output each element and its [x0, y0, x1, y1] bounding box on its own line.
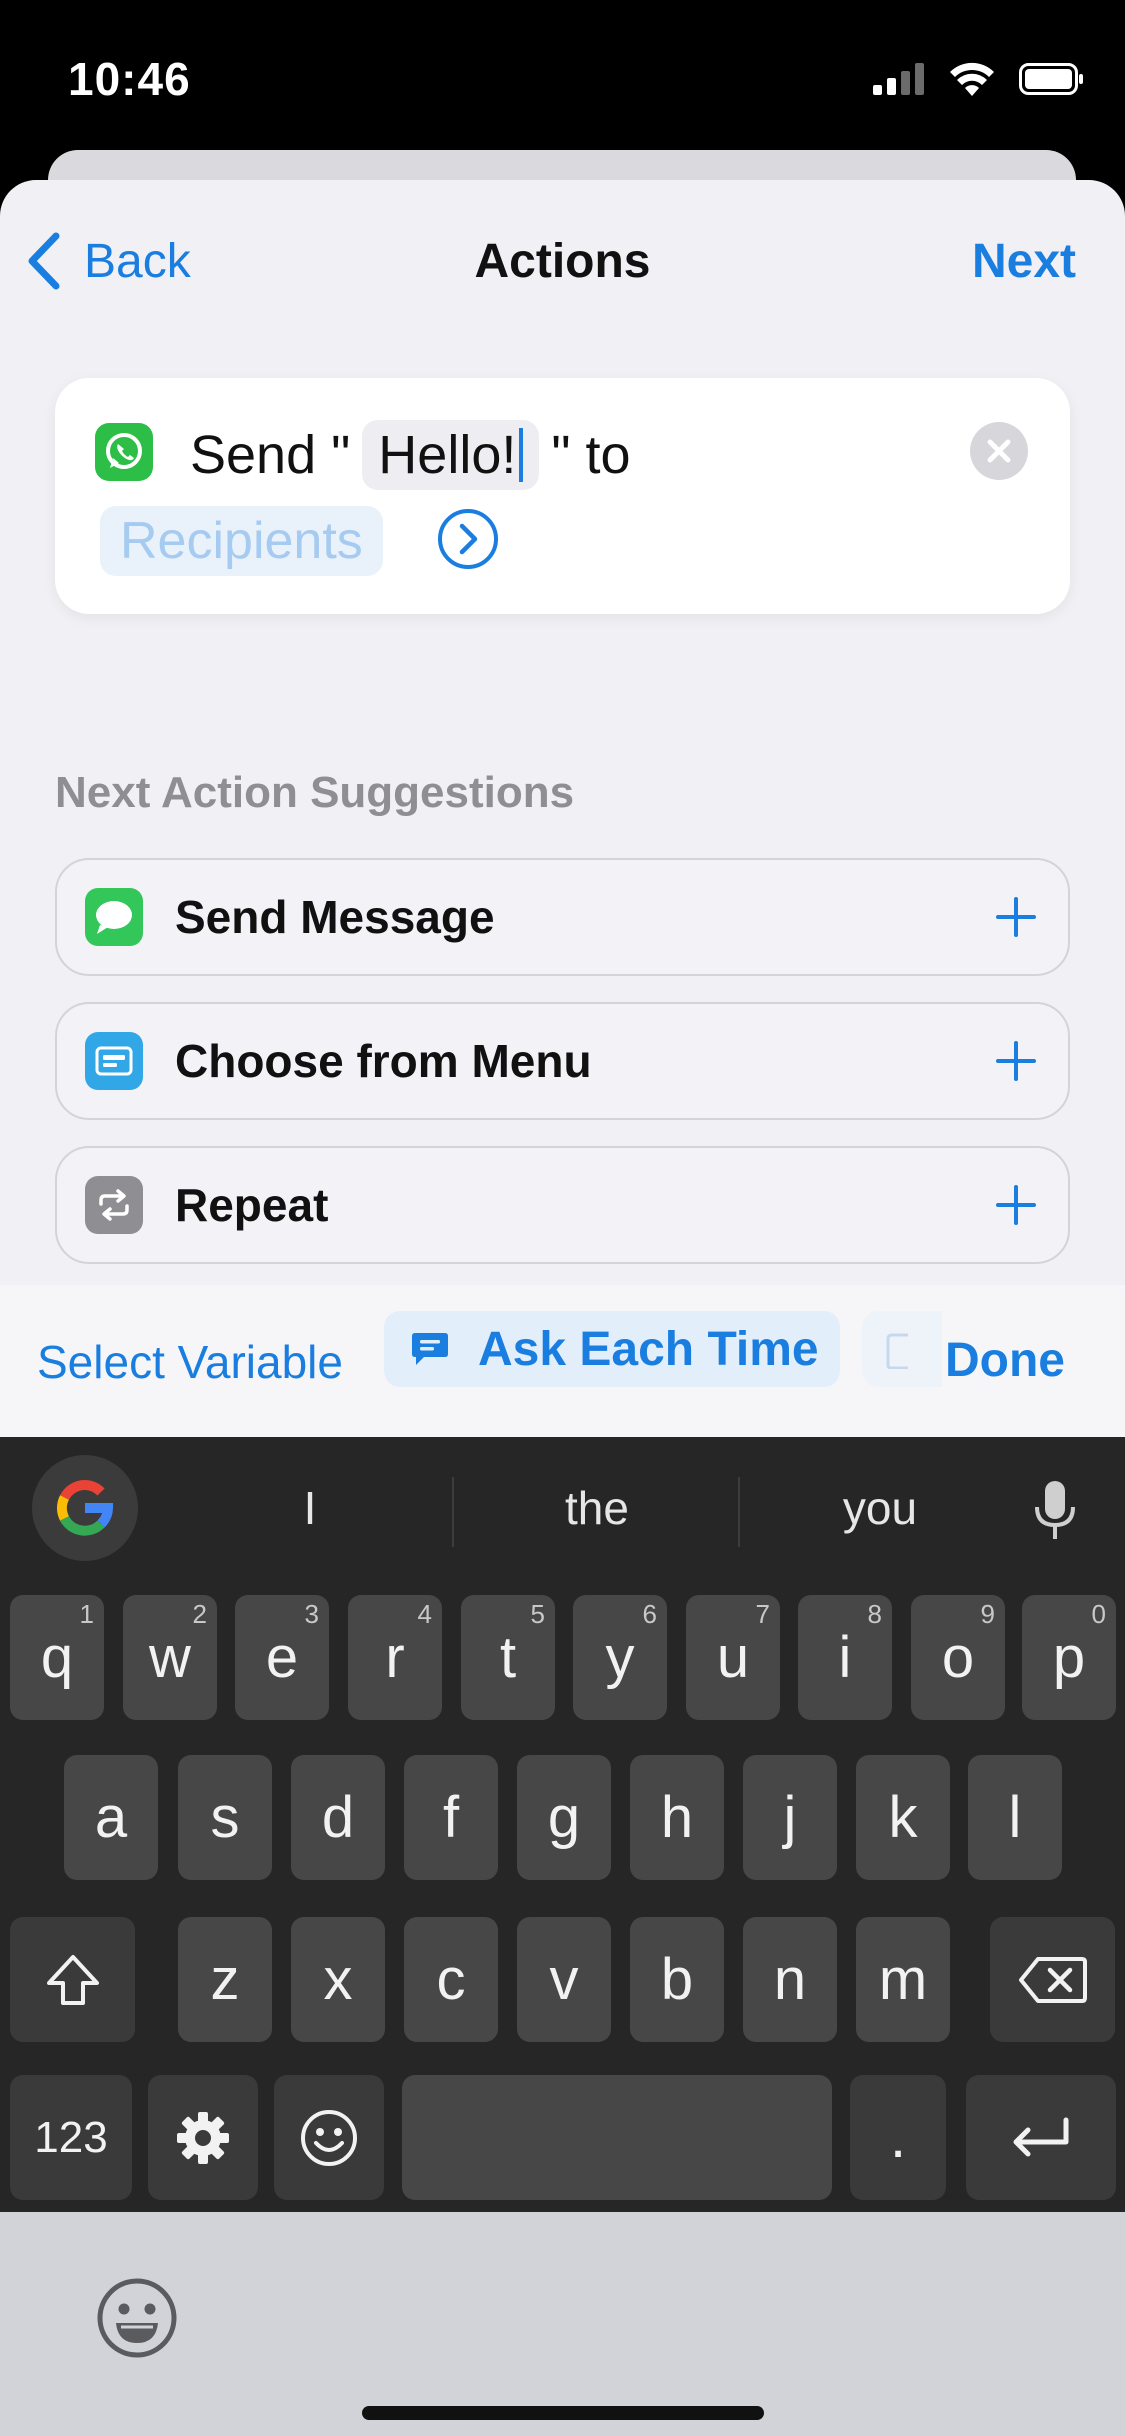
key-q[interactable]: q1 — [10, 1595, 104, 1720]
ask-each-time-label: Ask Each Time — [478, 1322, 819, 1376]
variable-toolbar: Select Variable Ask Each Time Done — [0, 1285, 1125, 1440]
menu-icon — [85, 1032, 143, 1090]
suggestion-divider — [452, 1477, 454, 1547]
suggestion-word[interactable]: you — [790, 1481, 970, 1535]
status-icons — [873, 62, 1085, 96]
close-icon — [987, 439, 1011, 463]
key-i[interactable]: i8 — [798, 1595, 892, 1720]
text-cursor — [519, 428, 524, 482]
shift-key[interactable] — [10, 1917, 135, 2042]
status-bar: 10:46 — [0, 0, 1125, 150]
keyboard: I the you q1 w2 e3 r4 t5 y6 u7 i8 o9 p0 … — [0, 1437, 1125, 2212]
battery-icon — [1019, 63, 1083, 95]
repeat-icon — [85, 1176, 143, 1234]
key-l[interactable]: l — [968, 1755, 1062, 1880]
google-logo-button[interactable] — [32, 1455, 138, 1561]
return-key[interactable] — [966, 2075, 1116, 2200]
return-icon — [1013, 2117, 1069, 2156]
suggestions-heading: Next Action Suggestions — [55, 768, 575, 817]
wifi-icon — [950, 62, 994, 96]
key-a[interactable]: a — [64, 1755, 158, 1880]
smiley-icon — [301, 2109, 357, 2166]
key-p[interactable]: p0 — [1022, 1595, 1116, 1720]
backspace-key[interactable] — [990, 1917, 1115, 2042]
key-e[interactable]: e3 — [235, 1595, 329, 1720]
key-x[interactable]: x — [291, 1917, 385, 2042]
actions-sheet: Back Actions Next Send " Hello! " to Rec… — [0, 180, 1125, 1440]
emoji-icon[interactable] — [96, 2277, 178, 2359]
key-w[interactable]: w2 — [123, 1595, 217, 1720]
send-label: Send " — [190, 425, 351, 485]
key-t[interactable]: t5 — [461, 1595, 555, 1720]
action-text: Send " Hello! " to — [190, 420, 631, 490]
key-m[interactable]: m — [856, 1917, 950, 2042]
key-c[interactable]: c — [404, 1917, 498, 2042]
status-time: 10:46 — [68, 53, 191, 105]
suggestion-label: Send Message — [175, 891, 495, 943]
suggestion-repeat[interactable]: Repeat — [55, 1146, 1070, 1264]
expand-chevron-icon[interactable] — [437, 508, 499, 570]
key-v[interactable]: v — [517, 1917, 611, 2042]
key-o[interactable]: o9 — [911, 1595, 1005, 1720]
key-z[interactable]: z — [178, 1917, 272, 2042]
remove-action-button[interactable] — [970, 422, 1028, 480]
message-text: Hello! — [378, 425, 517, 485]
period-key[interactable]: . — [850, 2075, 946, 2200]
add-icon[interactable] — [992, 1037, 1040, 1085]
shift-icon — [46, 1954, 99, 2005]
numbers-key[interactable]: 123 — [10, 2075, 132, 2200]
key-b[interactable]: b — [630, 1917, 724, 2042]
recipients-token[interactable]: Recipients — [100, 506, 383, 576]
next-button[interactable]: Next — [972, 234, 1076, 289]
gear-icon — [177, 2111, 229, 2164]
suggestion-send-message[interactable]: Send Message — [55, 858, 1070, 976]
key-r[interactable]: r4 — [348, 1595, 442, 1720]
suggestion-label: Repeat — [175, 1179, 329, 1231]
emoji-key[interactable] — [274, 2075, 384, 2200]
suggestion-choose-from-menu[interactable]: Choose from Menu — [55, 1002, 1070, 1120]
space-bar[interactable] — [402, 2075, 832, 2200]
message-token[interactable]: Hello! — [362, 420, 540, 490]
back-button[interactable]: Back — [26, 232, 191, 290]
clipboard-token[interactable] — [862, 1311, 942, 1387]
home-indicator[interactable] — [362, 2406, 764, 2420]
back-label: Back — [84, 234, 191, 288]
add-icon[interactable] — [992, 893, 1040, 941]
backspace-icon — [1018, 1956, 1087, 2003]
suggestion-label: Choose from Menu — [175, 1035, 592, 1087]
suggestion-divider — [738, 1477, 740, 1547]
speech-bubble-icon — [412, 1333, 448, 1365]
whatsapp-action-card: Send " Hello! " to Recipients — [55, 378, 1070, 614]
ask-each-time-button[interactable]: Ask Each Time — [384, 1311, 840, 1387]
google-icon — [56, 1479, 114, 1536]
cellular-signal-icon — [873, 63, 924, 95]
settings-key[interactable] — [148, 2075, 258, 2200]
key-h[interactable]: h — [630, 1755, 724, 1880]
navigation-bar: Back Actions Next — [0, 180, 1125, 350]
keyboard-accessory-bar — [0, 2212, 1125, 2436]
key-j[interactable]: j — [743, 1755, 837, 1880]
whatsapp-icon — [95, 423, 153, 481]
key-f[interactable]: f — [404, 1755, 498, 1880]
key-y[interactable]: y6 — [573, 1595, 667, 1720]
suggestion-word[interactable]: the — [507, 1481, 687, 1535]
select-variable-button[interactable]: Select Variable — [37, 1335, 343, 1389]
key-g[interactable]: g — [517, 1755, 611, 1880]
microphone-icon[interactable] — [1030, 1477, 1080, 1547]
key-u[interactable]: u7 — [686, 1595, 780, 1720]
key-d[interactable]: d — [291, 1755, 385, 1880]
add-icon[interactable] — [992, 1181, 1040, 1229]
key-n[interactable]: n — [743, 1917, 837, 2042]
to-label: " to — [551, 425, 631, 485]
clipboard-icon — [886, 1333, 908, 1369]
messages-icon — [85, 888, 143, 946]
done-button[interactable]: Done — [945, 1333, 1065, 1388]
chevron-left-icon — [28, 232, 60, 290]
suggestion-word[interactable]: I — [220, 1481, 400, 1535]
key-s[interactable]: s — [178, 1755, 272, 1880]
key-k[interactable]: k — [856, 1755, 950, 1880]
